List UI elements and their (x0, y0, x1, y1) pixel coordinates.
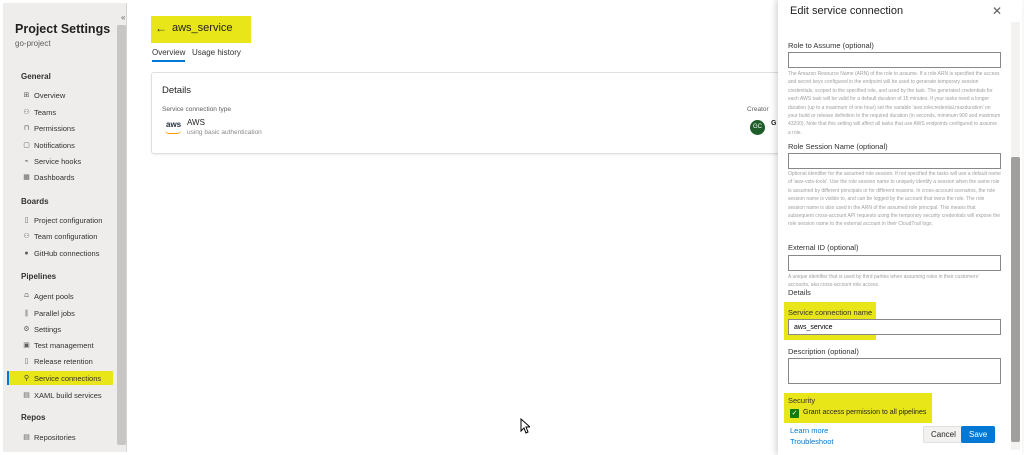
back-arrow-icon[interactable]: ← (155, 21, 167, 35)
mouse-cursor-icon (520, 418, 530, 434)
active-tab-indicator (152, 60, 185, 62)
sidebar-scrollbar[interactable] (117, 25, 126, 445)
overview-icon: ⊞ (23, 92, 30, 99)
section-pipelines: Pipelines (21, 272, 57, 281)
sidebar-item-service-connections[interactable]: ⚲ Service connections (7, 371, 113, 385)
role-session-name-input[interactable] (788, 153, 1001, 169)
sidebar-item-agent-pools[interactable]: ⩍ Agent pools (17, 289, 113, 303)
security-heading: Security (788, 396, 816, 405)
troubleshoot-link[interactable]: Troubleshoot (790, 437, 834, 446)
creator-avatar: GC (750, 120, 765, 135)
details-title: Details (162, 85, 192, 96)
grant-access-checkbox[interactable]: ✓ (790, 409, 799, 418)
teams-icon: ⚇ (23, 109, 30, 116)
team-config-icon: ⚇ (23, 233, 30, 240)
panel-scrollbar[interactable] (1011, 22, 1020, 450)
tab-usage-history[interactable]: Usage history (192, 48, 241, 57)
sidebar-item-xaml-build-services[interactable]: ▤ XAML build services (17, 388, 113, 402)
lock-icon: ⊓ (23, 125, 30, 132)
parallel-icon: ∥ (24, 310, 29, 317)
description-label: Description (optional) (788, 347, 859, 356)
github-icon: ● (24, 249, 29, 257)
plug-icon: ⌁ (24, 158, 29, 165)
sidebar-item-team-configuration[interactable]: ⚇ Team configuration (17, 229, 113, 243)
agent-pool-icon: ⩍ (24, 292, 29, 299)
document-icon: ▯ (24, 217, 29, 224)
connection-type-label: Service connection type (162, 106, 232, 113)
connection-name-label: Service connection name (788, 308, 873, 317)
creator-name: G (771, 120, 777, 127)
details-card: Details Service connection type aws AWS … (152, 73, 792, 153)
aws-logo-icon: aws (166, 120, 182, 129)
sidebar-item-github-connections[interactable]: ● GitHub connections (17, 246, 113, 260)
sidebar-title: Project Settings (15, 22, 111, 36)
sidebar-item-overview[interactable]: ⊞ Overview (17, 88, 113, 102)
close-icon[interactable]: ✕ (992, 4, 1002, 18)
sidebar-item-dashboards[interactable]: ▦ Dashboards (17, 170, 113, 184)
link-icon: ⚲ (23, 375, 30, 382)
connection-name-input[interactable] (788, 319, 1001, 335)
sidebar-item-test-management[interactable]: ▣ Test management (17, 338, 113, 352)
learn-more-link[interactable]: Learn more (790, 426, 828, 435)
aws-logo-smile (165, 130, 181, 134)
repo-icon: ▤ (23, 434, 30, 441)
save-button[interactable]: Save (961, 426, 996, 443)
gear-icon: ⚙ (23, 326, 30, 333)
notification-icon: ▢ (23, 142, 30, 149)
sidebar-item-repositories[interactable]: ▤ Repositories (17, 430, 113, 444)
sidebar-item-teams[interactable]: ⚇ Teams (17, 105, 113, 119)
section-general: General (21, 72, 51, 81)
role-session-name-label: Role Session Name (optional) (788, 142, 888, 151)
cancel-button[interactable]: Cancel (923, 426, 964, 443)
role-session-name-help: Optional identifier for the assumed role… (788, 171, 1001, 228)
external-id-label: External ID (optional) (788, 243, 859, 252)
tab-overview[interactable]: Overview (152, 48, 185, 57)
section-boards: Boards (21, 197, 49, 206)
panel-scrollbar-thumb[interactable] (1011, 157, 1020, 442)
test-icon: ▣ (23, 342, 30, 349)
connection-auth-method: using basic authentication (187, 129, 262, 136)
edit-service-connection-panel: Edit service connection ✕ Role to Assume… (778, 0, 1022, 455)
page-title: aws_service (172, 22, 233, 34)
settings-sidebar: Project Settings go-project « General ⊞ O… (3, 3, 127, 452)
sidebar-item-service-hooks[interactable]: ⌁ Service hooks (17, 154, 113, 168)
sidebar-item-release-retention[interactable]: ▯ Release retention (17, 354, 113, 368)
connection-type-name: AWS (187, 118, 205, 127)
creator-label: Creator (747, 106, 769, 113)
sidebar-item-permissions[interactable]: ⊓ Permissions (17, 121, 113, 135)
panel-title: Edit service connection (790, 5, 904, 17)
description-input[interactable] (788, 358, 1001, 384)
collapse-sidebar-icon[interactable]: « (121, 13, 125, 22)
section-repos: Repos (21, 413, 46, 422)
retention-icon: ▯ (24, 358, 29, 365)
role-to-assume-input[interactable] (788, 52, 1001, 68)
sidebar-project-name: go-project (15, 39, 51, 48)
dashboard-icon: ▦ (23, 174, 30, 181)
external-id-input[interactable] (788, 255, 1001, 271)
sidebar-item-parallel-jobs[interactable]: ∥ Parallel jobs (17, 306, 113, 320)
sidebar-item-settings[interactable]: ⚙ Settings (17, 322, 113, 336)
role-to-assume-label: Role to Assume (optional) (788, 41, 874, 50)
build-icon: ▤ (23, 392, 30, 399)
role-to-assume-help: The Amazon Resource Name (ARN) of the ro… (788, 71, 1001, 136)
details-heading: Details (788, 288, 811, 297)
sidebar-item-notifications[interactable]: ▢ Notifications (17, 138, 113, 152)
sidebar-item-project-configuration[interactable]: ▯ Project configuration (17, 213, 113, 227)
grant-access-label[interactable]: Grant access permission to all pipelines (803, 409, 926, 416)
external-id-help: A unique identifier that is used by thir… (788, 274, 980, 289)
